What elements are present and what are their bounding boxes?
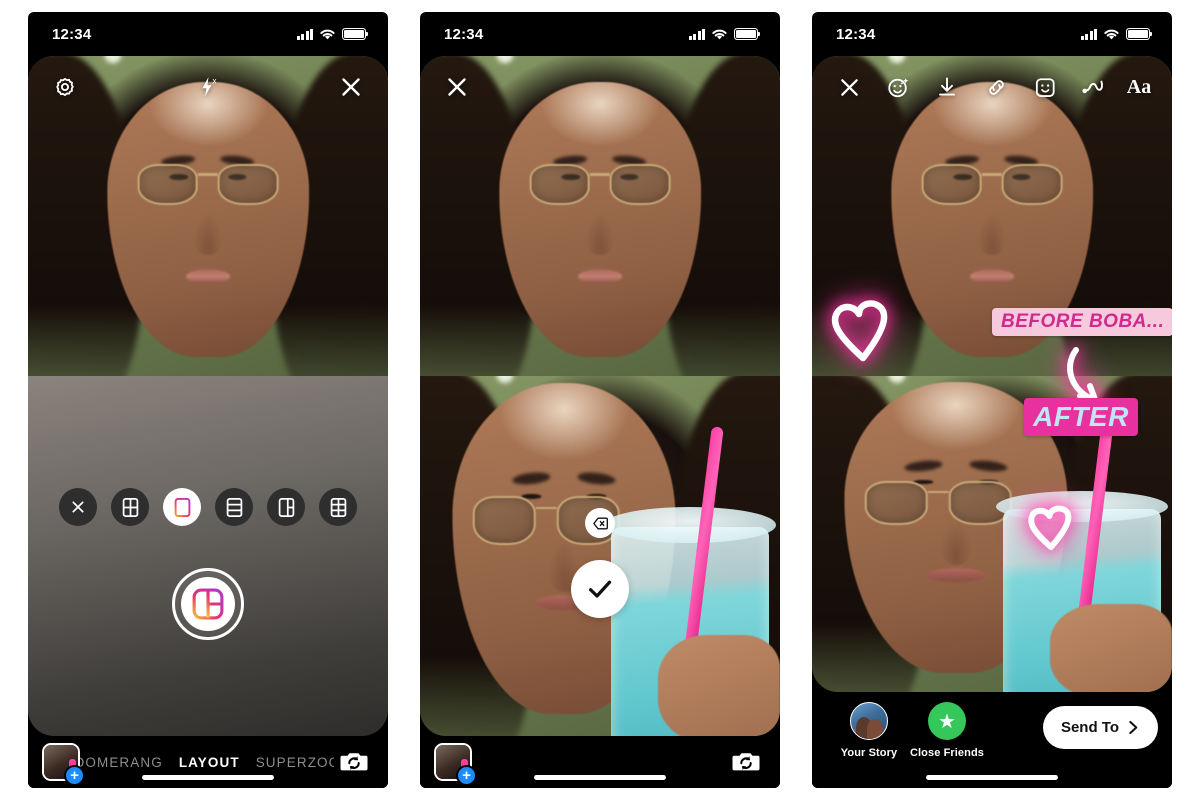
share-your-story-label: Your Story [840,747,898,759]
layout-shutter-button[interactable] [172,568,244,640]
text-sticker-after-label: AFTER [1024,398,1138,436]
layout-one-plus-two-icon[interactable] [267,488,305,526]
share-close-friends[interactable]: ★ Close Friends [908,702,986,759]
layout-grid-2x2-icon[interactable] [111,488,149,526]
camera-mode-bar: + OOMERANG LAYOUT SUPERZOO [28,736,388,788]
flash-off-icon[interactable]: x [189,68,227,106]
gallery-thumbnail[interactable]: + [434,743,477,786]
mode-superzoom[interactable]: SUPERZOO [256,755,334,770]
share-close-friends-label: Close Friends [909,747,985,759]
avatar [850,702,888,740]
settings-gear-icon[interactable] [46,68,84,106]
close-icon[interactable] [438,68,476,106]
sticker-icon[interactable] [1026,68,1064,106]
gallery-thumbnail[interactable]: + [42,743,85,786]
status-indicators [1080,28,1152,41]
phone-3-story-editor: 12:34 Aa BEFORE BOBA... AFTER Your Story… [812,12,1172,788]
text-sticker-before[interactable]: BEFORE BOBA... [992,308,1172,336]
share-your-story[interactable]: Your Story [830,702,908,759]
camera-top-bar: x [28,56,388,118]
review-top-bar [420,56,780,118]
send-to-button[interactable]: Send To [1042,706,1158,749]
screenshot-stage: 12:34 x + OOMERANG LAYOUT SUPERZOO 12:34… [0,0,1200,800]
mode-layout[interactable]: LAYOUT [179,755,240,770]
battery-icon [1126,28,1152,40]
status-time: 12:34 [836,25,876,43]
chevron-right-icon [1129,720,1138,735]
send-to-label: Send To [1060,719,1119,736]
link-icon[interactable] [977,68,1015,106]
home-indicator [926,775,1058,780]
battery-icon [342,28,368,40]
flip-camera-icon[interactable] [726,742,766,782]
text-aa-icon[interactable]: Aa [1124,68,1154,106]
text-sticker-before-label: BEFORE BOBA... [992,308,1172,336]
text-sticker-after[interactable]: AFTER [1024,398,1138,436]
layout-pane-bottom-empty[interactable] [28,376,388,736]
status-indicators [296,28,368,41]
shutter-area [28,568,388,640]
camera-mode-bar: + [420,736,780,788]
status-bar: 12:34 [420,12,780,56]
cellular-bars-icon [688,28,705,40]
captured-photo-boba [420,376,780,736]
layout-stack-3-icon[interactable] [215,488,253,526]
status-time: 12:34 [444,25,484,43]
story-editor-top-bar: Aa [812,56,1172,118]
heart-doodle-large[interactable] [826,292,900,369]
cellular-bars-icon [296,28,313,40]
svg-text:x: x [213,77,217,86]
heart-doodle-small[interactable] [1024,500,1078,557]
phone-2-capture-review: 12:34 + [420,12,780,788]
layout-close-icon[interactable] [59,488,97,526]
effects-face-icon[interactable] [879,68,917,106]
wifi-icon [1104,29,1119,39]
close-icon[interactable] [332,68,370,106]
story-share-bar: Your Story ★ Close Friends Send To [812,692,1172,788]
add-badge-icon: + [64,765,85,786]
status-time: 12:34 [52,25,92,43]
phone-1-layout-camera: 12:34 x + OOMERANG LAYOUT SUPERZOO [28,12,388,788]
draw-icon[interactable] [1075,68,1113,106]
mode-boomerang[interactable]: OOMERANG [80,755,163,770]
star-icon: ★ [928,702,966,740]
camera-viewport[interactable] [420,56,780,736]
layout-option-row [28,488,388,526]
mode-selector: OOMERANG LAYOUT SUPERZOO [80,755,334,770]
cellular-bars-icon [1080,28,1097,40]
layout-app-logo-icon [192,588,224,620]
delete-pane-button[interactable] [585,508,615,538]
layout-grid-3x2-icon[interactable] [319,488,357,526]
status-bar: 12:34 [28,12,388,56]
confirm-check-button[interactable] [571,560,629,618]
status-bar: 12:34 [812,12,1172,56]
layout-pane-bottom[interactable] [420,376,780,736]
status-indicators [688,28,760,41]
wifi-icon [320,29,335,39]
flip-camera-icon[interactable] [334,742,374,782]
download-icon[interactable] [928,68,966,106]
wifi-icon [712,29,727,39]
battery-icon [734,28,760,40]
close-icon[interactable] [830,68,868,106]
home-indicator [142,775,274,780]
layout-split-2-icon[interactable] [163,488,201,526]
add-badge-icon: + [456,765,477,786]
home-indicator [534,775,666,780]
